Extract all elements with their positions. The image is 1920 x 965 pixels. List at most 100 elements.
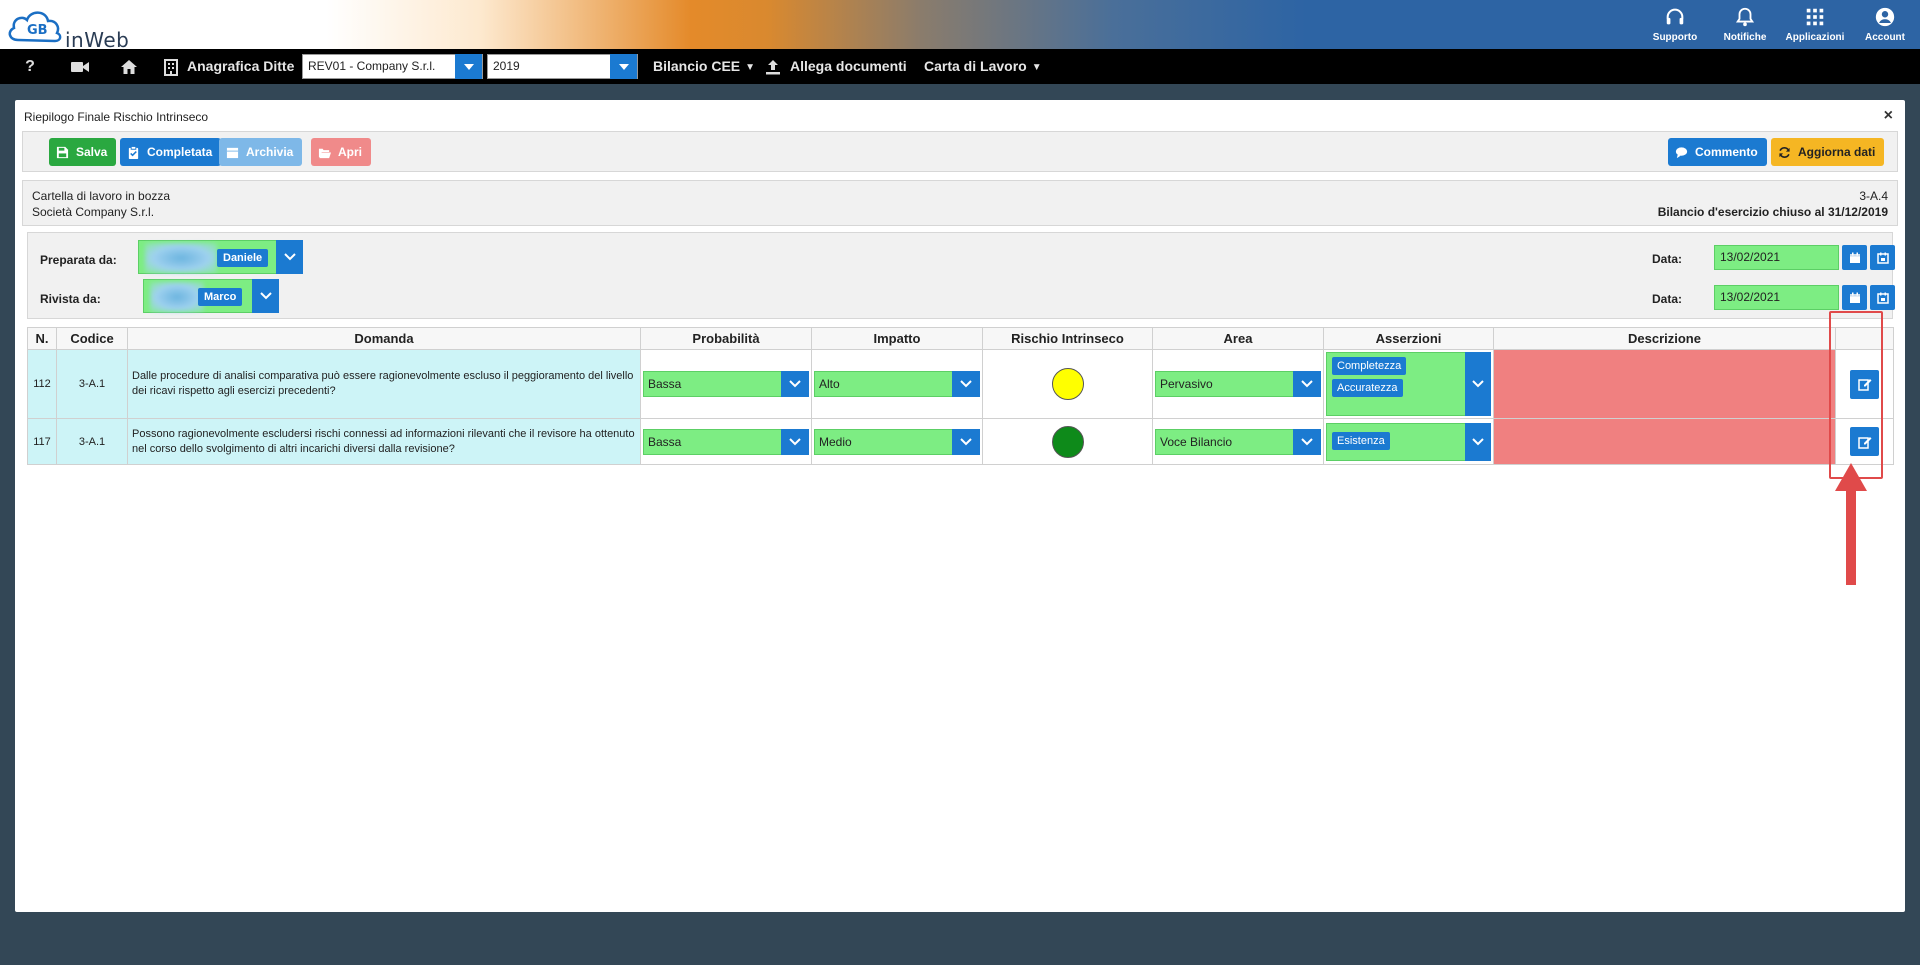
folder-open-icon	[318, 148, 331, 158]
asserzioni-cell: Completezza Accuratezza	[1323, 349, 1494, 419]
close-icon[interactable]: ×	[1884, 107, 1893, 125]
row-code: 3-A.1	[56, 349, 128, 419]
apri-label: Apri	[338, 145, 362, 159]
asserzioni-cell: Esistenza	[1323, 418, 1494, 465]
descrizione-cell[interactable]	[1493, 349, 1836, 419]
impatto-select[interactable]: Alto	[814, 371, 980, 397]
carta-di-lavoro-label: Carta di Lavoro	[924, 58, 1027, 74]
col-header-impatto[interactable]: Impatto	[811, 327, 983, 350]
area-value: Pervasivo	[1160, 377, 1213, 391]
row-question: Possono ragionevolmente escludersi risch…	[127, 418, 641, 465]
allega-documenti-link[interactable]: Allega documenti	[790, 58, 907, 74]
carta-di-lavoro-menu[interactable]: Carta di Lavoro ▼	[924, 58, 1042, 74]
account-icon	[1875, 7, 1895, 27]
rivista-tag: Marco	[198, 288, 243, 306]
support-button[interactable]: Supporto	[1640, 0, 1710, 49]
col-header-domanda[interactable]: Domanda	[127, 327, 641, 350]
col-header-n[interactable]: N.	[27, 327, 57, 350]
completata-button[interactable]: Completata	[120, 138, 222, 166]
salva-label: Salva	[76, 145, 108, 159]
area-select[interactable]: Pervasivo	[1155, 371, 1321, 397]
rivista-select[interactable]: Marco	[143, 279, 279, 313]
col-header-area[interactable]: Area	[1152, 327, 1324, 350]
area-select[interactable]: Voce Bilancio	[1155, 428, 1321, 455]
top-banner: GB inWeb Supporto Notifiche Applicazioni…	[0, 0, 1920, 52]
salva-button[interactable]: Salva	[49, 138, 117, 166]
anagrafica-ditte-link[interactable]: Anagrafica Ditte	[187, 58, 294, 74]
video-icon[interactable]	[70, 57, 90, 77]
risk-indicator	[1051, 425, 1084, 458]
asserzioni-select[interactable]: Completezza Accuratezza	[1326, 352, 1491, 416]
preparata-tag: Daniele	[217, 249, 269, 267]
col-header-descrizione[interactable]: Descrizione	[1493, 327, 1836, 350]
probabilita-value: Bassa	[648, 377, 682, 391]
apri-button[interactable]: Apri	[311, 138, 371, 166]
asserzioni-select[interactable]: Esistenza	[1326, 422, 1491, 461]
probabilita-select[interactable]: Bassa	[643, 428, 809, 455]
chevron-down-icon[interactable]	[276, 240, 303, 274]
chevron-down-icon[interactable]	[1293, 428, 1321, 455]
help-icon[interactable]: ?	[20, 57, 40, 77]
data-preparata-input[interactable]: 13/02/2021	[1714, 245, 1839, 270]
impatto-value: Medio	[819, 434, 852, 449]
bilancio-cee-menu[interactable]: Bilancio CEE ▼	[653, 58, 755, 74]
calendar-icon[interactable]	[1842, 245, 1867, 270]
area-cell: Pervasivo	[1152, 349, 1324, 419]
impatto-cell: Medio	[811, 418, 983, 465]
caret-down-icon[interactable]	[610, 54, 637, 79]
asserzione-tag[interactable]: Accuratezza	[1332, 379, 1403, 397]
asserzione-tag[interactable]: Completezza	[1332, 357, 1407, 375]
commento-label: Commento	[1695, 145, 1758, 159]
aggiorna-dati-button[interactable]: Aggiorna dati	[1771, 138, 1885, 166]
probabilita-cell: Bassa	[640, 349, 812, 419]
notifications-button[interactable]: Notifiche	[1710, 0, 1780, 49]
completata-label: Completata	[147, 145, 213, 159]
chevron-down-icon[interactable]	[952, 371, 980, 397]
row-code: 3-A.1	[56, 418, 128, 465]
impatto-cell: Alto	[811, 349, 983, 419]
preparata-select[interactable]: Daniele	[138, 240, 303, 274]
home-icon[interactable]	[119, 57, 139, 77]
probabilita-select[interactable]: Bassa	[643, 371, 809, 397]
applications-label: Applicazioni	[1785, 32, 1845, 43]
chevron-down-icon[interactable]	[252, 279, 279, 313]
data-label: Data:	[1652, 252, 1683, 266]
svg-text:GB: GB	[27, 23, 48, 38]
descrizione-cell[interactable]	[1493, 418, 1836, 465]
riepilogo-modal: Riepilogo Finale Rischio Intrinseco × Sa…	[15, 100, 1905, 912]
rivista-label: Rivista da:	[40, 292, 101, 306]
chevron-down-icon[interactable]	[1465, 422, 1491, 461]
impatto-select[interactable]: Medio	[814, 428, 980, 455]
col-header-codice[interactable]: Codice	[56, 327, 128, 350]
col-header-probabilita[interactable]: Probabilità	[640, 327, 812, 350]
area-value: Voce Bilancio	[1160, 434, 1233, 449]
archivia-button[interactable]: Archivia	[219, 138, 303, 166]
table-header: N. Codice Domanda Probabilità Impatto Ri…	[27, 327, 1894, 350]
applications-button[interactable]: Applicazioni	[1780, 0, 1850, 49]
calendar-clear-icon[interactable]	[1870, 245, 1895, 270]
probabilita-value: Bassa	[648, 434, 682, 449]
year-select[interactable]: 2019	[487, 54, 638, 79]
app-logo[interactable]: GB inWeb	[6, 4, 146, 52]
chevron-down-icon[interactable]	[1465, 352, 1491, 416]
calendar-clear-icon[interactable]	[1870, 285, 1895, 310]
chevron-down-icon[interactable]	[952, 428, 980, 455]
account-button[interactable]: Account	[1850, 0, 1920, 49]
col-header-asserzioni[interactable]: Asserzioni	[1323, 327, 1494, 350]
account-label: Account	[1865, 32, 1905, 43]
highlight-box	[1829, 311, 1883, 479]
row-question: Dalle procedure di analisi comparativa p…	[127, 349, 641, 419]
archive-icon	[226, 147, 239, 158]
commento-button[interactable]: Commento	[1668, 138, 1767, 166]
building-icon	[161, 57, 181, 77]
table-row: 117 3-A.1 Possono ragionevolmente esclud…	[27, 418, 1894, 465]
chevron-down-icon[interactable]	[781, 371, 809, 397]
calendar-icon[interactable]	[1842, 285, 1867, 310]
data-rivista-input[interactable]: 13/02/2021	[1714, 285, 1839, 310]
company-select[interactable]: REV01 - Company S.r.l.	[302, 54, 483, 79]
col-header-rischio[interactable]: Rischio Intrinseco	[982, 327, 1153, 350]
caret-down-icon[interactable]	[455, 54, 482, 79]
chevron-down-icon[interactable]	[781, 428, 809, 455]
asserzione-tag[interactable]: Esistenza	[1332, 431, 1390, 450]
chevron-down-icon[interactable]	[1293, 371, 1321, 397]
